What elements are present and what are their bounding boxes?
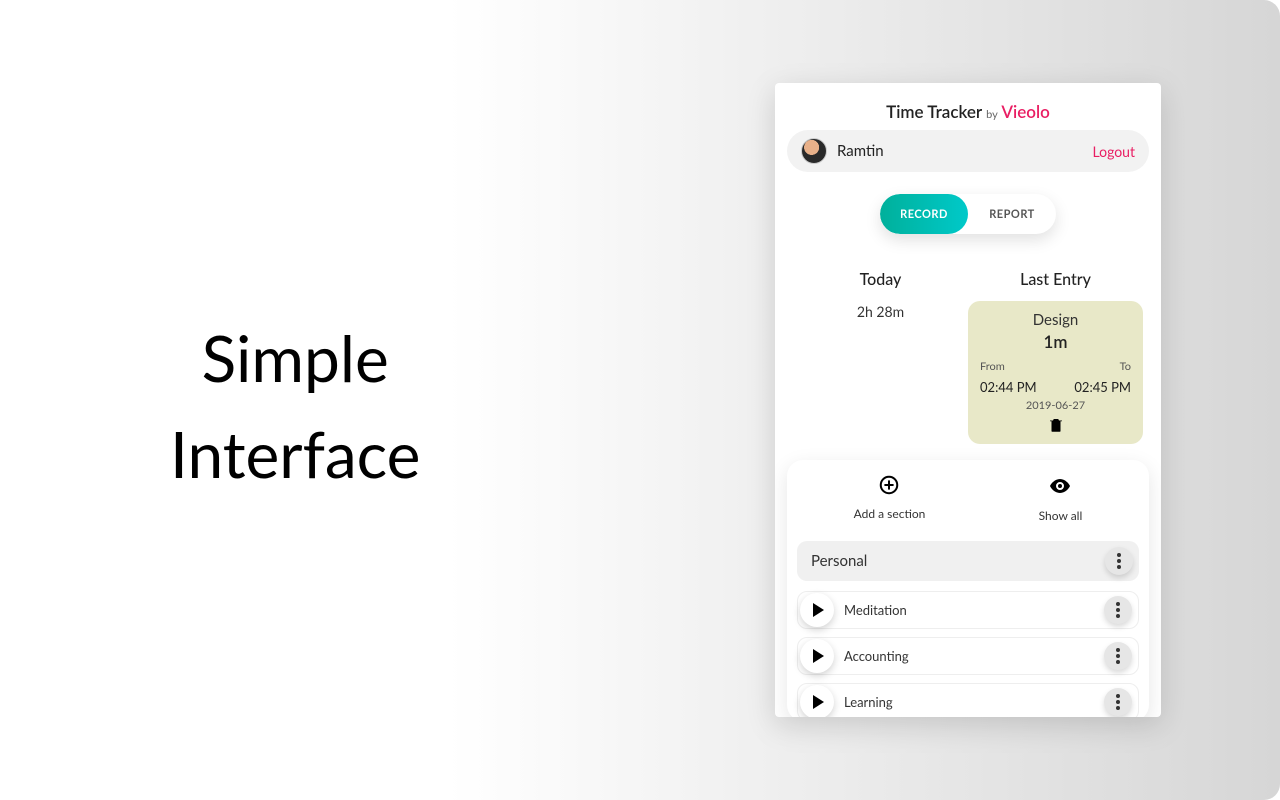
play-button[interactable] [800, 685, 834, 717]
eye-icon [1048, 474, 1072, 498]
to-label: To [1120, 360, 1131, 373]
app-title-brand: Vieolo [1001, 101, 1049, 122]
add-section-label: Add a section [854, 506, 926, 521]
more-vertical-icon [1116, 602, 1120, 618]
app-title-by: by [986, 108, 998, 121]
section-header[interactable]: Personal [797, 541, 1139, 581]
play-icon [813, 695, 824, 709]
play-icon [813, 603, 824, 617]
list-item-label: Learning [844, 694, 893, 710]
more-vertical-icon [1116, 694, 1120, 710]
last-entry-card: Design 1m From To 02:44 PM 02:45 PM 2019… [968, 301, 1143, 444]
user-bar: Ramtin Logout [787, 130, 1149, 172]
app-screenshot: Time Tracker by Vieolo Ramtin Logout REC… [775, 83, 1161, 717]
list-item-label: Meditation [844, 602, 907, 618]
add-section-button[interactable]: Add a section [854, 474, 926, 523]
today-label: Today [793, 270, 968, 289]
item-menu-button[interactable] [1104, 688, 1132, 716]
avatar[interactable] [801, 138, 827, 164]
last-entry-label: Last Entry [968, 270, 1143, 289]
today-value: 2h 28m [793, 303, 968, 320]
section-menu-button[interactable] [1105, 547, 1133, 575]
user-bar-left: Ramtin [801, 138, 884, 164]
headline-text: Simple Interface [170, 310, 420, 502]
today-col: Today 2h 28m [793, 270, 968, 444]
last-entry-ft-labels: From To [976, 360, 1135, 373]
play-icon [813, 649, 824, 663]
headline-line-1: Simple [202, 319, 389, 396]
show-all-label: Show all [1039, 508, 1083, 523]
list-item: Learning [797, 683, 1139, 717]
list-item: Accounting [797, 637, 1139, 675]
from-label: From [980, 360, 1005, 373]
last-entry-date: 2019-06-27 [976, 399, 1135, 412]
tab-report[interactable]: REPORT [968, 194, 1056, 234]
to-time: 02:45 PM [1074, 379, 1131, 395]
play-button[interactable] [800, 639, 834, 673]
summary-row: Today 2h 28m Last Entry Design 1m From T… [775, 270, 1161, 444]
item-menu-button[interactable] [1104, 596, 1132, 624]
plus-circle-icon [878, 474, 900, 496]
list-item-label: Accounting [844, 648, 909, 664]
last-entry-times: 02:44 PM 02:45 PM [976, 379, 1135, 395]
panel-actions: Add a section Show all [797, 474, 1139, 523]
user-name: Ramtin [837, 142, 884, 160]
list-item: Meditation [797, 591, 1139, 629]
tabs: RECORD REPORT [880, 194, 1056, 234]
last-entry-title: Design [976, 311, 1135, 329]
sections-panel: Add a section Show all Personal [787, 460, 1149, 717]
promo-canvas: Simple Interface Time Tracker by Vieolo … [0, 0, 1280, 800]
more-vertical-icon [1116, 648, 1120, 664]
tab-record[interactable]: RECORD [880, 194, 968, 234]
show-all-button[interactable]: Show all [1039, 474, 1083, 523]
trash-icon[interactable] [1047, 416, 1065, 438]
app-title: Time Tracker by Vieolo [775, 83, 1161, 130]
headline-line-2: Interface [170, 415, 420, 492]
from-time: 02:44 PM [980, 379, 1037, 395]
app-title-main: Time Tracker [886, 101, 982, 122]
last-entry-col: Last Entry Design 1m From To 02:44 PM 02… [968, 270, 1143, 444]
item-menu-button[interactable] [1104, 642, 1132, 670]
more-vertical-icon [1117, 553, 1121, 569]
logout-link[interactable]: Logout [1092, 143, 1135, 160]
section-name: Personal [811, 552, 867, 570]
last-entry-duration: 1m [976, 331, 1135, 352]
play-button[interactable] [800, 593, 834, 627]
headline-block: Simple Interface [170, 310, 420, 502]
